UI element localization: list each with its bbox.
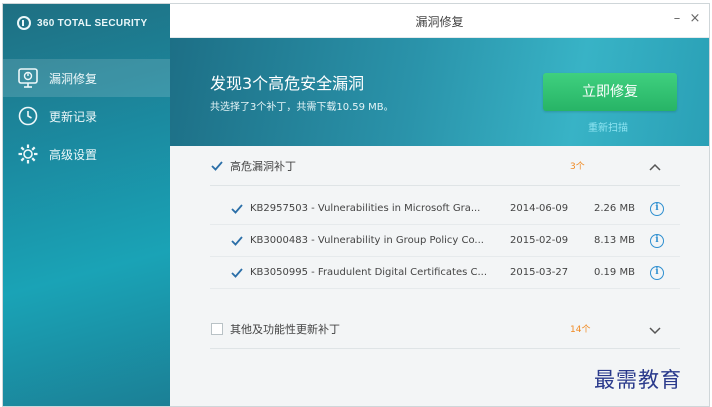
checkmark-icon[interactable]: [230, 234, 244, 248]
info-icon[interactable]: i: [650, 233, 664, 248]
sidebar-item-vulnerability-fix[interactable]: 漏洞修复: [3, 59, 170, 97]
title-bar: 漏洞修复 – ×: [170, 4, 709, 38]
brand-logo-icon: [17, 16, 31, 30]
patch-name: KB3050995 - Fraudulent Digital Certifica…: [250, 267, 488, 278]
table-row[interactable]: KB3000483 - Vulnerability in Group Polic…: [210, 225, 680, 257]
banner-title: 发现3个高危安全漏洞: [210, 74, 365, 93]
minimize-button[interactable]: –: [669, 11, 685, 27]
sidebar-nav: 漏洞修复 更新记录 高级设置: [3, 59, 170, 173]
patch-size: 0.19 MB: [594, 267, 635, 278]
info-icon[interactable]: i: [650, 201, 664, 216]
summary-banner: 发现3个高危安全漏洞 共选择了3个补丁，共需下载10.59 MB。 立即修复 重…: [170, 38, 709, 146]
section-label: 高危漏洞补丁: [230, 159, 296, 173]
patch-name: KB3000483 - Vulnerability in Group Polic…: [250, 235, 484, 246]
fix-now-button[interactable]: 立即修复: [543, 73, 677, 111]
section-label: 其他及功能性更新补丁: [230, 322, 340, 336]
patch-date: 2014-06-09: [510, 203, 569, 214]
patch-date: 2015-02-09: [510, 235, 569, 246]
sidebar: 360 TOTAL SECURITY 漏洞修复 更新记录 高级设置: [3, 4, 170, 406]
checkmark-icon[interactable]: [230, 266, 244, 280]
window-title: 漏洞修复: [415, 15, 464, 29]
brand-name: 360 TOTAL SECURITY: [37, 17, 148, 29]
sidebar-item-label: 更新记录: [49, 109, 98, 124]
checkmark-icon[interactable]: [210, 159, 224, 173]
patch-date: 2015-03-27: [510, 267, 569, 278]
patch-name: KB2957503 - Vulnerabilities in Microsoft…: [250, 203, 481, 214]
clock-icon: [17, 105, 39, 127]
table-row[interactable]: KB2957503 - Vulnerabilities in Microsoft…: [210, 193, 680, 225]
rescan-link[interactable]: 重新扫描: [588, 119, 628, 134]
sidebar-item-update-history[interactable]: 更新记录: [3, 97, 170, 135]
patch-size: 8.13 MB: [594, 235, 635, 246]
patch-size: 2.26 MB: [594, 203, 635, 214]
banner-subtitle: 共选择了3个补丁，共需下载10.59 MB。: [210, 102, 394, 113]
app-window: 360 TOTAL SECURITY 漏洞修复 更新记录 高级设置 漏洞修复 –…: [2, 3, 710, 407]
gear-icon: [17, 143, 39, 165]
checkbox-empty[interactable]: [210, 322, 224, 336]
chevron-up-icon[interactable]: [648, 159, 662, 173]
sidebar-item-advanced-settings[interactable]: 高级设置: [3, 135, 170, 173]
checkmark-icon[interactable]: [230, 202, 244, 216]
section-count: 3个: [570, 162, 585, 172]
section-critical-patches[interactable]: 高危漏洞补丁 3个: [210, 146, 680, 186]
sidebar-item-label: 漏洞修复: [49, 71, 98, 86]
chevron-down-icon[interactable]: [648, 322, 662, 336]
vulnerability-monitor-icon: [17, 67, 39, 89]
sidebar-item-label: 高级设置: [49, 147, 98, 162]
section-other-patches[interactable]: 其他及功能性更新补丁 14个: [210, 309, 680, 349]
brand: 360 TOTAL SECURITY: [17, 13, 147, 33]
watermark-text: 最需教育: [594, 368, 682, 392]
table-row[interactable]: KB3050995 - Fraudulent Digital Certifica…: [210, 257, 680, 289]
close-button[interactable]: ×: [687, 11, 703, 27]
info-icon[interactable]: i: [650, 265, 664, 280]
section-count: 14个: [570, 325, 591, 335]
